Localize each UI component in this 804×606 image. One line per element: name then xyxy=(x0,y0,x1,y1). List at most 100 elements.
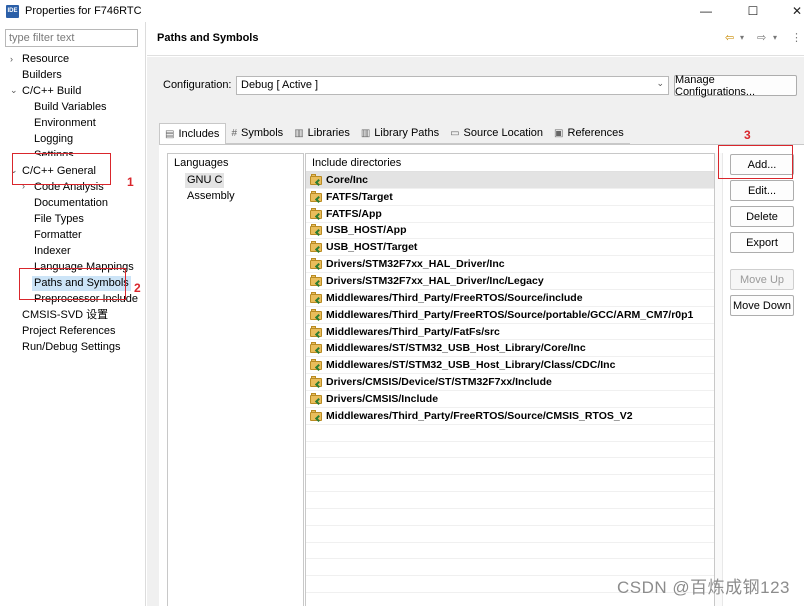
manage-configurations-button[interactable]: Manage Configurations... xyxy=(674,74,797,98)
tree-item-project-references[interactable]: Project References xyxy=(22,324,116,339)
language-item-assembly[interactable]: Assembly xyxy=(185,189,237,204)
page-title: Paths and Symbols xyxy=(157,32,259,44)
chevron-right-icon[interactable]: › xyxy=(10,52,13,67)
tab-libraries[interactable]: ▥ Libraries xyxy=(289,123,356,144)
chevron-down-icon: ⌄ xyxy=(656,78,664,88)
tab-symbols[interactable]: # Symbols xyxy=(226,123,290,144)
table-row[interactable]: USB_HOST/Target xyxy=(306,239,714,257)
delete-button[interactable]: Delete xyxy=(730,206,794,227)
tab-label: Includes xyxy=(178,128,220,140)
include-folder-icon xyxy=(310,258,323,271)
empty-row xyxy=(306,526,714,543)
forward-menu-icon[interactable]: ▾ xyxy=(773,33,777,42)
tree-item-cmsis-svd[interactable]: CMSIS-SVD 设置 xyxy=(22,308,108,323)
table-row[interactable]: FATFS/App xyxy=(306,206,714,223)
include-folder-icon xyxy=(310,274,323,288)
table-row[interactable]: Middlewares/ST/STM32_USB_Host_Library/Co… xyxy=(306,340,714,358)
chevron-down-icon[interactable]: ⌄ xyxy=(10,83,18,98)
empty-row xyxy=(306,509,714,526)
source-folder-icon: ▭ xyxy=(450,127,460,139)
chevron-down-icon[interactable]: ⌄ xyxy=(10,163,18,178)
empty-row xyxy=(306,475,714,493)
add-button[interactable]: Add... xyxy=(730,154,794,175)
include-path: FATFS/App xyxy=(326,207,382,220)
tree-item-builders[interactable]: Builders xyxy=(22,68,62,83)
tab-references[interactable]: ▣ References xyxy=(549,123,630,144)
tree-item-resource[interactable]: Resource xyxy=(22,52,69,67)
table-row[interactable]: Drivers/CMSIS/Include xyxy=(306,391,714,408)
include-folder-icon xyxy=(310,308,323,321)
back-arrow-icon[interactable]: ⇦ xyxy=(725,31,734,44)
tree-item-settings[interactable]: Settings xyxy=(34,148,74,156)
tree-item-cpp-general[interactable]: C/C++ General xyxy=(22,164,96,179)
move-down-button[interactable]: Move Down xyxy=(730,295,794,316)
table-row[interactable]: Middlewares/Third_Party/FreeRTOS/Source/… xyxy=(306,408,714,425)
tree-item-cpp-build[interactable]: C/C++ Build xyxy=(22,84,81,99)
export-button[interactable]: Export xyxy=(730,232,794,253)
table-row[interactable]: Core/Inc xyxy=(306,172,714,189)
move-up-button[interactable]: Move Up xyxy=(730,269,794,290)
empty-row xyxy=(306,442,714,459)
include-directories-rows: Core/Inc FATFS/Target FATFS/App USB_HOST… xyxy=(306,172,714,606)
tab-source-location[interactable]: ▭ Source Location xyxy=(445,123,550,144)
close-button[interactable]: ✕ xyxy=(777,0,804,22)
tree-item-file-types[interactable]: File Types xyxy=(34,212,84,227)
table-row[interactable]: Middlewares/Third_Party/FatFs/src xyxy=(306,324,714,341)
table-row[interactable]: Middlewares/ST/STM32_USB_Host_Library/Cl… xyxy=(306,357,714,375)
include-path: Drivers/CMSIS/Include xyxy=(326,392,439,405)
tree-item-build-variables[interactable]: Build Variables xyxy=(34,100,107,115)
tab-bar: ▤ Includes # Symbols ▥ Libraries ▥ Libra… xyxy=(159,123,630,144)
configuration-value: Debug [ Active ] xyxy=(241,79,319,91)
table-row[interactable]: Drivers/STM32F7xx_HAL_Driver/Inc xyxy=(306,256,714,274)
library-path-icon: ▥ xyxy=(360,127,371,139)
filter-input[interactable] xyxy=(5,29,138,47)
forward-arrow-icon[interactable]: ⇨ xyxy=(757,31,766,44)
tab-includes[interactable]: ▤ Includes xyxy=(159,123,227,144)
minimize-button[interactable]: — xyxy=(686,0,726,22)
tree-item-preprocessor-include[interactable]: Preprocessor Include xyxy=(34,292,138,307)
include-folder-icon xyxy=(310,342,323,355)
tree-item-logging[interactable]: Logging xyxy=(34,132,73,147)
include-path: Middlewares/ST/STM32_USB_Host_Library/Cl… xyxy=(326,359,616,372)
include-folder-icon xyxy=(310,173,323,186)
tab-library-paths[interactable]: ▥ Library Paths xyxy=(355,123,446,144)
include-folder-icon xyxy=(310,376,323,389)
empty-row xyxy=(306,543,714,560)
include-path: Drivers/STM32F7xx_HAL_Driver/Inc xyxy=(326,258,505,271)
table-row[interactable]: Middlewares/Third_Party/FreeRTOS/Source/… xyxy=(306,290,714,307)
empty-row xyxy=(306,425,714,442)
include-path: FATFS/Target xyxy=(326,190,393,203)
tree-item-paths-and-symbols[interactable]: Paths and Symbols xyxy=(32,276,131,291)
table-row[interactable]: Middlewares/Third_Party/FreeRTOS/Source/… xyxy=(306,307,714,324)
tree-item-indexer[interactable]: Indexer xyxy=(34,244,71,259)
annotation-number-3: 3 xyxy=(744,128,751,142)
language-item-gnu-c[interactable]: GNU C xyxy=(185,173,225,188)
watermark: CSDN @百炼成钢123 xyxy=(616,578,790,597)
tree-item-environment[interactable]: Environment xyxy=(34,116,96,131)
chevron-right-icon[interactable]: › xyxy=(22,179,25,194)
table-row[interactable]: Drivers/CMSIS/Device/ST/STM32F7xx/Includ… xyxy=(306,374,714,391)
tree-item-documentation[interactable]: Documentation xyxy=(34,196,108,211)
include-path: Middlewares/Third_Party/FreeRTOS/Source/… xyxy=(326,308,694,321)
maximize-button[interactable]: ☐ xyxy=(733,0,773,22)
tree-item-code-analysis[interactable]: Code Analysis xyxy=(34,180,104,195)
more-options-icon[interactable]: ⋮ xyxy=(791,31,802,44)
include-path: Middlewares/Third_Party/FreeRTOS/Source/… xyxy=(326,291,583,304)
include-folder-icon xyxy=(310,224,323,237)
table-row[interactable]: FATFS/Target xyxy=(306,189,714,206)
table-row[interactable]: Drivers/STM32F7xx_HAL_Driver/Inc/Legacy xyxy=(306,273,714,290)
table-row[interactable]: USB_HOST/App xyxy=(306,223,714,240)
back-menu-icon[interactable]: ▾ xyxy=(740,33,744,42)
annotation-number-2: 2 xyxy=(134,281,141,295)
tree-item-formatter[interactable]: Formatter xyxy=(34,228,82,243)
include-path: Middlewares/Third_Party/FreeRTOS/Source/… xyxy=(326,409,633,422)
vertical-scrollbar[interactable] xyxy=(715,153,723,606)
include-folder-icon xyxy=(310,241,323,254)
tab-label: References xyxy=(567,127,624,139)
tab-label: Library Paths xyxy=(374,127,440,139)
tree-item-run-debug-settings[interactable]: Run/Debug Settings xyxy=(22,340,120,355)
include-path: USB_HOST/Target xyxy=(326,241,418,254)
edit-button[interactable]: Edit... xyxy=(730,180,794,201)
tree-item-language-mappings[interactable]: Language Mappings xyxy=(34,260,134,275)
configuration-select[interactable]: Debug [ Active ] ⌄ xyxy=(236,76,669,95)
